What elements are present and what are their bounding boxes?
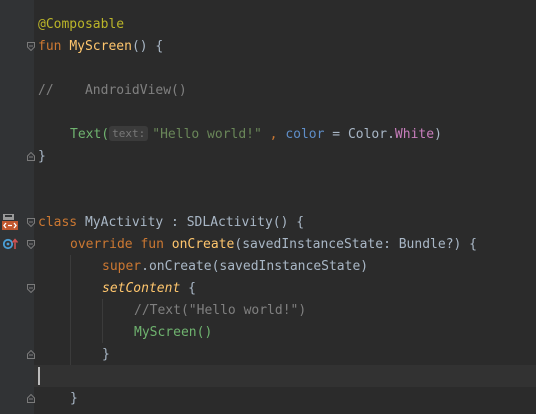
indent-guide xyxy=(102,299,103,343)
code-line: //Text("Hello world!") xyxy=(134,300,306,322)
fold-marker-icon[interactable] xyxy=(27,240,35,249)
android-run-gutter-icon[interactable] xyxy=(2,213,18,235)
code-line: // AndroidView() xyxy=(38,80,187,102)
text-caret xyxy=(38,367,40,385)
code-token: (savedInstanceState: Bundle?) { xyxy=(234,237,478,252)
code-line: override fun onCreate(savedInstanceState… xyxy=(70,234,477,256)
brace-token: } xyxy=(102,347,110,362)
fold-marker-icon[interactable] xyxy=(27,152,35,161)
fold-marker-icon[interactable] xyxy=(27,394,35,403)
class-token: Color. xyxy=(347,127,395,142)
keyword-token: class xyxy=(38,215,78,230)
code-line: super.onCreate(savedInstanceState) xyxy=(102,256,368,278)
code-editor[interactable]: @Composable fun MyScreen() { // AndroidV… xyxy=(0,0,536,414)
keyword-token: fun xyxy=(38,39,62,54)
code-line: setContent { xyxy=(102,278,196,300)
comment-token: //Text("Hello world!") xyxy=(134,303,307,318)
named-param-token: color xyxy=(285,127,325,142)
code-line: } xyxy=(70,388,78,410)
code-line: class MyActivity : SDLActivity() { xyxy=(38,212,304,234)
fold-marker-icon[interactable] xyxy=(27,284,35,293)
function-name-token: MyScreen xyxy=(69,39,132,54)
code-line: MyScreen() xyxy=(134,322,212,344)
separator-token: , xyxy=(261,127,286,142)
parameter-hint: text: xyxy=(109,126,149,141)
composable-call-token: MyScreen() xyxy=(134,325,213,340)
keyword-token: override fun xyxy=(70,237,164,252)
code-line: Text(text: "Hello world!" , color = Color… xyxy=(70,124,442,146)
annotation-token: @Composable xyxy=(38,17,125,32)
brace-token: } xyxy=(70,391,78,406)
code-token: ) xyxy=(434,127,442,142)
override-gutter-icon[interactable] xyxy=(2,238,19,254)
fold-marker-icon[interactable] xyxy=(27,350,35,359)
member-token: White xyxy=(394,127,435,142)
brace-token: } xyxy=(38,149,46,164)
fold-marker-icon[interactable] xyxy=(27,42,35,51)
code-line: fun MyScreen() { xyxy=(38,36,163,58)
comment-token: // AndroidView() xyxy=(38,83,187,98)
code-token: { xyxy=(180,281,196,296)
composable-call-token: Text( xyxy=(70,127,110,142)
code-token: .onCreate(savedInstanceState) xyxy=(141,259,369,274)
code-line: @Composable xyxy=(38,14,124,36)
code-token: () { xyxy=(131,39,164,54)
code-line: } xyxy=(38,146,46,168)
keyword-token: super xyxy=(102,259,142,274)
current-line-highlight xyxy=(34,365,536,387)
function-name-token: onCreate xyxy=(171,237,235,252)
indent-guide xyxy=(70,255,71,365)
string-token: "Hello world!" xyxy=(152,127,262,142)
code-token: = xyxy=(324,127,348,142)
fold-marker-icon[interactable] xyxy=(27,218,35,227)
code-line: } xyxy=(102,344,110,366)
code-token: MyActivity : SDLActivity() { xyxy=(77,215,305,230)
function-call-token: setContent xyxy=(102,281,181,296)
